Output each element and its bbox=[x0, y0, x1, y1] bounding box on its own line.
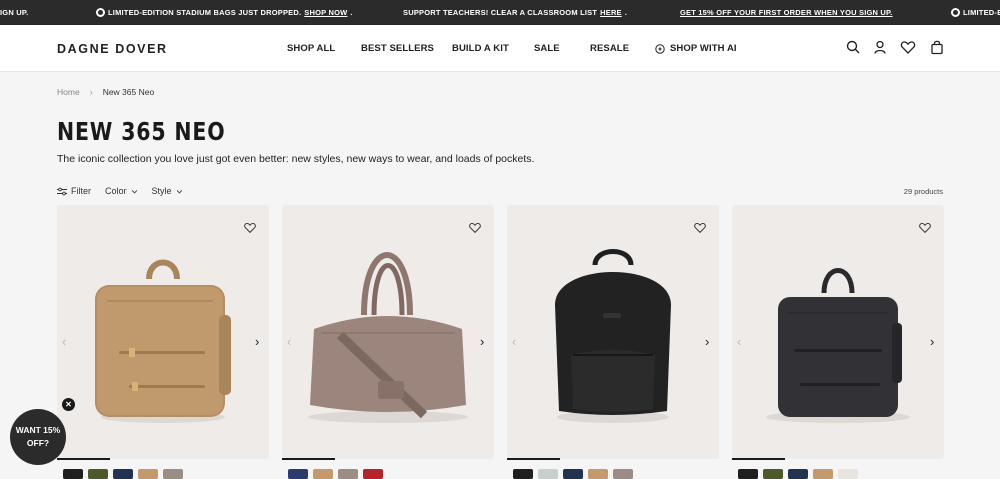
carousel-progress bbox=[282, 458, 335, 460]
prev-image-arrow[interactable]: ‹ bbox=[737, 335, 747, 348]
page-subtitle: The iconic collection you love just got … bbox=[57, 153, 535, 165]
announcement-text: IGN UP. bbox=[0, 8, 29, 17]
prev-image-arrow[interactable]: ‹ bbox=[512, 335, 522, 348]
color-label: Color bbox=[105, 186, 127, 196]
next-image-arrow[interactable]: › bbox=[705, 335, 715, 348]
filter-label: Filter bbox=[71, 186, 91, 196]
breadcrumb: Home › New 365 Neo bbox=[57, 87, 154, 97]
prev-image-arrow[interactable]: ‹ bbox=[287, 335, 297, 348]
punctuation: . bbox=[350, 8, 353, 17]
color-dropdown[interactable]: Color bbox=[105, 186, 138, 196]
color-swatch[interactable] bbox=[813, 469, 833, 479]
color-swatch[interactable] bbox=[338, 469, 358, 479]
favorite-heart-icon[interactable] bbox=[693, 221, 707, 234]
filter-button[interactable]: Filter bbox=[57, 186, 91, 196]
prev-image-arrow[interactable]: ‹ bbox=[62, 335, 72, 348]
color-swatch[interactable] bbox=[563, 469, 583, 479]
announcement-item[interactable]: LIMITED-EDITION STADIUM BAGS JUST DROPPE… bbox=[96, 8, 353, 17]
close-icon[interactable]: ✕ bbox=[62, 398, 75, 411]
color-swatch[interactable] bbox=[588, 469, 608, 479]
favorite-heart-icon[interactable] bbox=[468, 221, 482, 234]
breadcrumb-current: New 365 Neo bbox=[102, 87, 155, 97]
product-image-black-backpack[interactable] bbox=[507, 205, 719, 459]
ai-sparkle-icon bbox=[655, 43, 665, 54]
color-swatches bbox=[288, 469, 383, 479]
bag-icon bbox=[96, 8, 105, 17]
color-swatch[interactable] bbox=[163, 469, 183, 479]
promo-line: WANT 15% bbox=[15, 425, 61, 435]
filter-sliders-icon bbox=[57, 187, 67, 195]
product-image-taupe-duffel[interactable] bbox=[282, 205, 494, 459]
chevron-down-icon bbox=[131, 189, 137, 193]
announcement-item: LIMITED-EI bbox=[951, 8, 1000, 17]
color-swatch[interactable] bbox=[738, 469, 758, 479]
announcement-item[interactable]: GET 15% OFF YOUR FIRST ORDER WHEN YOU SI… bbox=[680, 8, 893, 17]
nav-build-a-kit[interactable]: BUILD A KIT bbox=[452, 43, 509, 54]
color-swatch[interactable] bbox=[538, 469, 558, 479]
favorite-heart-icon[interactable] bbox=[243, 221, 257, 234]
next-image-arrow[interactable]: › bbox=[255, 335, 265, 348]
color-swatch[interactable] bbox=[63, 469, 83, 479]
classroom-list-link[interactable]: HERE bbox=[600, 8, 622, 17]
color-swatch[interactable] bbox=[113, 469, 133, 479]
chevron-down-icon bbox=[176, 189, 182, 193]
announcement-text: LIMITED-EI bbox=[963, 8, 1000, 17]
nav-resale[interactable]: RESALE bbox=[590, 43, 629, 54]
nav-label: SHOP WITH AI bbox=[670, 43, 737, 54]
chevron-right-icon: › bbox=[89, 87, 93, 97]
announcement-text: SUPPORT TEACHERS! CLEAR A CLASSROOM LIST bbox=[403, 8, 598, 17]
color-swatches bbox=[738, 469, 858, 479]
style-dropdown[interactable]: Style bbox=[152, 186, 183, 196]
bag-icon bbox=[951, 8, 960, 17]
cart-icon[interactable] bbox=[929, 39, 945, 55]
announcement-text: LIMITED-EDITION STADIUM BAGS JUST DROPPE… bbox=[108, 8, 302, 17]
nav-shop-with-ai[interactable]: SHOP WITH AI bbox=[655, 43, 737, 54]
announcement-item[interactable]: SUPPORT TEACHERS! CLEAR A CLASSROOM LIST… bbox=[403, 8, 627, 17]
nav-sale[interactable]: SALE bbox=[534, 43, 560, 54]
color-swatches bbox=[513, 469, 633, 479]
product-card[interactable]: ‹ › bbox=[732, 205, 944, 459]
product-image-tan-backpack[interactable] bbox=[57, 205, 269, 459]
account-icon[interactable] bbox=[872, 39, 888, 55]
discount-promo-bubble[interactable]: WANT 15% OFF? bbox=[10, 409, 66, 465]
announcement-item: IGN UP. bbox=[0, 8, 28, 17]
color-swatch[interactable] bbox=[88, 469, 108, 479]
signup-offer-link[interactable]: GET 15% OFF YOUR FIRST ORDER WHEN YOU SI… bbox=[680, 8, 893, 17]
product-card[interactable]: ‹ › bbox=[507, 205, 719, 459]
color-swatch[interactable] bbox=[788, 469, 808, 479]
page-title: NEW 365 NEO bbox=[57, 117, 226, 146]
site-header: DAGNE DOVER SHOP ALL BEST SELLERS BUILD … bbox=[0, 25, 1000, 72]
wishlist-icon[interactable] bbox=[900, 39, 916, 55]
color-swatch[interactable] bbox=[763, 469, 783, 479]
color-swatch[interactable] bbox=[313, 469, 333, 479]
color-swatch[interactable] bbox=[138, 469, 158, 479]
style-label: Style bbox=[151, 186, 172, 196]
next-image-arrow[interactable]: › bbox=[480, 335, 490, 348]
shop-now-link[interactable]: SHOP NOW bbox=[304, 8, 347, 17]
nav-best-sellers[interactable]: BEST SELLERS bbox=[361, 43, 434, 54]
color-swatch[interactable] bbox=[363, 469, 383, 479]
next-image-arrow[interactable]: › bbox=[930, 335, 940, 348]
breadcrumb-home-link[interactable]: Home bbox=[57, 87, 80, 97]
nav-shop-all[interactable]: SHOP ALL bbox=[287, 43, 335, 54]
product-count: 29 products bbox=[903, 187, 943, 196]
filter-bar: Filter Color Style bbox=[57, 186, 183, 196]
brand-logo[interactable]: DAGNE DOVER bbox=[57, 42, 168, 56]
punctuation: . bbox=[624, 8, 628, 17]
announcement-bar: IGN UP. LIMITED-EDITION STADIUM BAGS JUS… bbox=[0, 0, 1000, 25]
carousel-progress bbox=[507, 458, 560, 460]
search-icon[interactable] bbox=[845, 39, 861, 55]
color-swatch[interactable] bbox=[613, 469, 633, 479]
color-swatches bbox=[63, 469, 183, 479]
promo-line: OFF? bbox=[26, 438, 50, 448]
product-card[interactable]: ‹ › bbox=[57, 205, 269, 459]
product-card[interactable]: ‹ › bbox=[282, 205, 494, 459]
color-swatch[interactable] bbox=[838, 469, 858, 479]
color-swatch[interactable] bbox=[288, 469, 308, 479]
carousel-progress bbox=[57, 458, 110, 460]
carousel-progress bbox=[732, 458, 785, 460]
color-swatch[interactable] bbox=[513, 469, 533, 479]
favorite-heart-icon[interactable] bbox=[918, 221, 932, 234]
product-image-dark-backpack[interactable] bbox=[732, 205, 944, 459]
